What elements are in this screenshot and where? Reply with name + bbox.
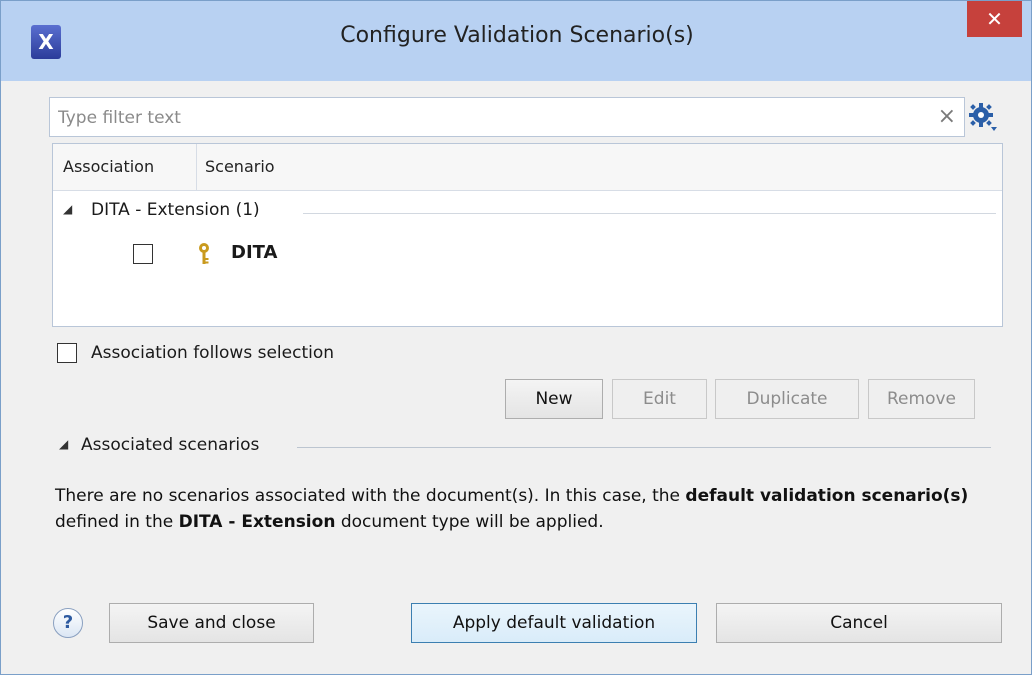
apply-default-validation-button[interactable]: Apply default validation xyxy=(411,603,697,643)
help-icon[interactable]: ? xyxy=(53,608,83,638)
group-divider xyxy=(303,213,996,214)
scenarios-table[interactable]: Association Scenario ◢ DITA - Extension … xyxy=(52,143,1003,327)
column-header-scenario[interactable]: Scenario xyxy=(205,144,275,190)
message-bold-text: default validation scenario(s) xyxy=(685,486,969,506)
message-bold-text: DITA - Extension xyxy=(178,512,336,532)
table-header: Association Scenario xyxy=(53,144,1002,191)
expand-triangle-icon[interactable]: ◢ xyxy=(59,437,68,451)
no-association-message: There are no scenarios associated with t… xyxy=(55,483,995,535)
close-button[interactable]: ✕ xyxy=(967,1,1022,37)
section-divider xyxy=(297,447,991,448)
filter-input[interactable] xyxy=(56,104,920,132)
message-text: defined in the xyxy=(55,512,179,532)
association-follows-selection-label[interactable]: Association follows selection xyxy=(91,343,334,363)
filter-field[interactable]: × xyxy=(49,97,965,137)
cancel-button[interactable]: Cancel xyxy=(716,603,1002,643)
save-and-close-button[interactable]: Save and close xyxy=(109,603,314,643)
group-label: DITA - Extension (1) xyxy=(91,200,260,220)
associated-scenarios-label: Associated scenarios xyxy=(81,435,260,455)
edit-button[interactable]: Edit xyxy=(612,379,707,419)
remove-button[interactable]: Remove xyxy=(868,379,975,419)
scenario-name: DITA xyxy=(231,242,278,263)
title-bar[interactable]: Configure Validation Scenario(s) ✕ xyxy=(1,1,1031,81)
associated-scenarios-section[interactable]: ◢ Associated scenarios xyxy=(59,435,991,459)
gear-icon[interactable] xyxy=(967,101,999,133)
key-icon xyxy=(199,243,209,264)
message-text: document type will be applied. xyxy=(335,512,604,532)
column-divider[interactable] xyxy=(196,144,197,190)
duplicate-button[interactable]: Duplicate xyxy=(715,379,859,419)
dialog-window: Configure Validation Scenario(s) ✕ × Ass… xyxy=(0,0,1032,675)
association-follows-selection-checkbox[interactable] xyxy=(57,343,77,363)
clear-icon[interactable]: × xyxy=(938,104,956,130)
window-title: Configure Validation Scenario(s) xyxy=(340,23,694,48)
column-header-association[interactable]: Association xyxy=(63,144,154,190)
message-text: There are no scenarios associated with t… xyxy=(55,486,686,506)
association-checkbox[interactable] xyxy=(133,244,153,264)
group-row[interactable]: ◢ DITA - Extension (1) xyxy=(53,200,1002,226)
expand-triangle-icon[interactable]: ◢ xyxy=(63,202,72,216)
table-row[interactable]: DITA xyxy=(53,240,1002,270)
new-button[interactable]: New xyxy=(505,379,603,419)
